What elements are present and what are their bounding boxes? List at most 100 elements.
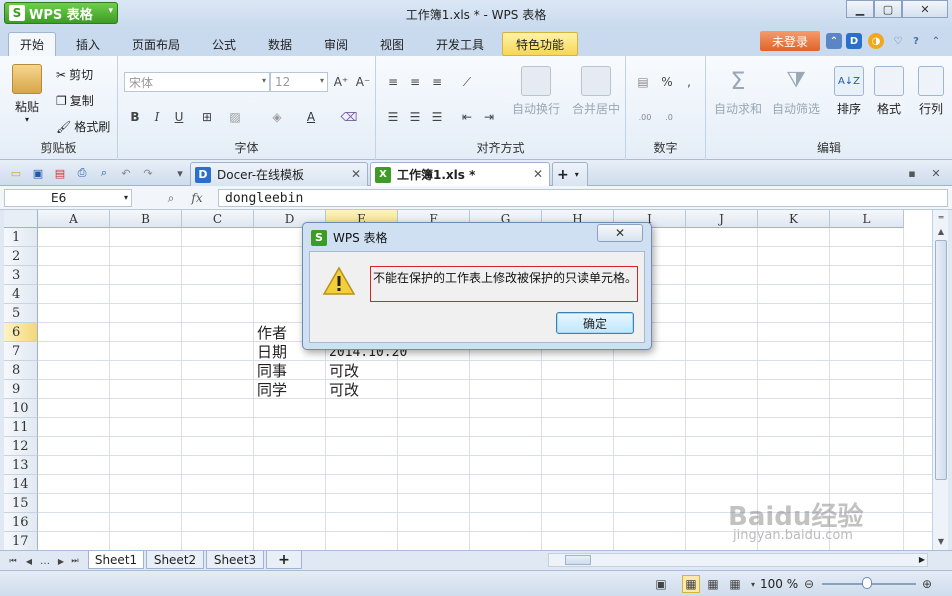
restore-doc-icon[interactable]: ▪ bbox=[904, 165, 920, 181]
zoom-search-icon[interactable]: ⌕ bbox=[162, 189, 180, 207]
bold-button[interactable]: B bbox=[126, 108, 144, 126]
function-icon[interactable]: fx bbox=[188, 189, 206, 207]
zoom-in-icon[interactable]: ⊕ bbox=[918, 575, 936, 593]
row-header-17[interactable]: 17 bbox=[4, 532, 38, 550]
add-sheet-button[interactable]: + bbox=[266, 551, 302, 569]
autosum-button[interactable]: Σ 自动求和 bbox=[714, 66, 762, 117]
format-button[interactable]: 格式 bbox=[874, 66, 904, 117]
row-header-4[interactable]: 4 bbox=[4, 285, 38, 304]
skin-icon[interactable]: ⌃ bbox=[826, 33, 842, 49]
row-header-8[interactable]: 8 bbox=[4, 361, 38, 380]
row-header-3[interactable]: 3 bbox=[4, 266, 38, 285]
close-doc-icon[interactable]: ✕ bbox=[928, 165, 944, 181]
cut-button[interactable]: ✂ 剪切 bbox=[56, 66, 93, 83]
scroll-up-icon[interactable]: ▲ bbox=[934, 224, 948, 238]
print-icon[interactable]: ⎙ bbox=[74, 165, 90, 181]
row-header-14[interactable]: 14 bbox=[4, 475, 38, 494]
column-header-b[interactable]: B bbox=[110, 210, 182, 228]
help-icon[interactable]: ? bbox=[908, 33, 924, 49]
rowcol-button[interactable]: 行列 bbox=[918, 66, 944, 117]
cell-e9[interactable]: 可改 bbox=[329, 381, 359, 400]
dialog-close-button[interactable]: ✕ bbox=[597, 224, 643, 242]
comma-style-icon[interactable]: , bbox=[680, 73, 698, 91]
align-bottom-icon[interactable]: ≡ bbox=[428, 73, 446, 91]
sort-button[interactable]: A↓Z 排序 bbox=[834, 66, 864, 117]
new-tab-button[interactable]: + ▾ bbox=[552, 162, 588, 186]
row-header-15[interactable]: 15 bbox=[4, 494, 38, 513]
column-header-a[interactable]: A bbox=[38, 210, 110, 228]
sheet-tab-sheet2[interactable]: Sheet2 bbox=[146, 551, 204, 569]
formula-input[interactable]: dongleebin bbox=[218, 189, 948, 207]
percent-button[interactable]: % bbox=[658, 73, 676, 91]
row-header-11[interactable]: 11 bbox=[4, 418, 38, 437]
row-header-16[interactable]: 16 bbox=[4, 513, 38, 532]
ok-button[interactable]: 确定 bbox=[556, 312, 634, 334]
shrink-font-icon[interactable]: A⁻ bbox=[354, 73, 372, 91]
redo-icon[interactable]: ↷ bbox=[140, 165, 156, 181]
vertical-scrollbar[interactable]: ═ ▲ ▼ bbox=[932, 210, 948, 550]
doc-tab-workbook[interactable]: X 工作簿1.xls * ✕ bbox=[370, 162, 550, 186]
tab-insert[interactable]: 插入 bbox=[66, 32, 110, 56]
docer-icon[interactable]: D bbox=[846, 33, 862, 49]
sheet-tab-sheet1[interactable]: Sheet1 bbox=[88, 551, 144, 569]
normal-view-icon[interactable]: ▦ bbox=[682, 575, 700, 593]
save-icon[interactable]: ▣ bbox=[30, 165, 46, 181]
border-icon[interactable]: ⊞ bbox=[198, 108, 216, 126]
currency-icon[interactable]: ▤ bbox=[634, 73, 652, 91]
tab-review[interactable]: 审阅 bbox=[314, 32, 358, 56]
cloud-icon[interactable]: ♡ bbox=[890, 33, 906, 49]
name-box[interactable]: E6 ▾ bbox=[4, 189, 132, 207]
paste-button[interactable]: 粘贴 ▾ bbox=[12, 64, 42, 124]
horizontal-scroll-thumb[interactable] bbox=[565, 555, 591, 565]
column-header-k[interactable]: K bbox=[758, 210, 830, 228]
close-icon[interactable]: ✕ bbox=[351, 167, 361, 181]
decrease-indent-icon[interactable]: ⇤ bbox=[458, 108, 476, 126]
row-header-6[interactable]: 6 bbox=[4, 323, 38, 342]
fill-color-icon[interactable]: ◈ bbox=[268, 108, 286, 126]
font-size-select[interactable]: 12 ▾ bbox=[270, 72, 328, 92]
column-header-c[interactable]: C bbox=[182, 210, 254, 228]
decrease-decimal-icon[interactable]: .0 bbox=[660, 108, 678, 126]
row-header-10[interactable]: 10 bbox=[4, 399, 38, 418]
print-preview-icon[interactable]: ⌕ bbox=[96, 165, 112, 181]
increase-decimal-icon[interactable]: .00 bbox=[636, 108, 654, 126]
tab-page-layout[interactable]: 页面布局 bbox=[124, 32, 188, 56]
tab-special-features[interactable]: 特色功能 bbox=[502, 32, 578, 56]
merge-center-button[interactable]: 合并居中 bbox=[572, 66, 620, 117]
export-pdf-icon[interactable]: ▤ bbox=[52, 165, 68, 181]
cell-d6[interactable]: 作者 bbox=[257, 324, 287, 343]
last-sheet-icon[interactable]: ⏭ bbox=[66, 552, 84, 570]
wrap-text-button[interactable]: 自动换行 bbox=[512, 66, 560, 117]
close-icon[interactable]: ✕ bbox=[533, 167, 543, 181]
close-window-button[interactable]: ✕ bbox=[902, 0, 948, 18]
row-header-9[interactable]: 9 bbox=[4, 380, 38, 399]
sheet-tab-sheet3[interactable]: Sheet3 bbox=[206, 551, 264, 569]
font-name-select[interactable]: 宋体 ▾ bbox=[124, 72, 270, 92]
expand-icon[interactable]: ⌃ bbox=[928, 33, 944, 49]
zoom-slider-thumb[interactable] bbox=[862, 577, 872, 589]
row-header-1[interactable]: 1 bbox=[4, 228, 38, 247]
fill-style-icon[interactable]: ▨ bbox=[226, 108, 244, 126]
align-center-icon[interactable]: ☰ bbox=[406, 108, 424, 126]
tab-developer[interactable]: 开发工具 bbox=[428, 32, 492, 56]
grow-font-icon[interactable]: A⁺ bbox=[332, 73, 350, 91]
customize-icon[interactable]: ▾ bbox=[172, 165, 188, 181]
save-status-icon[interactable]: ▣ bbox=[652, 575, 670, 593]
page-break-view-icon[interactable]: ▦ bbox=[704, 575, 722, 593]
row-header-13[interactable]: 13 bbox=[4, 456, 38, 475]
tab-view[interactable]: 视图 bbox=[370, 32, 414, 56]
tab-data[interactable]: 数据 bbox=[258, 32, 302, 56]
cell-d8[interactable]: 同事 bbox=[257, 362, 287, 381]
tab-home[interactable]: 开始 bbox=[8, 32, 56, 56]
align-left-icon[interactable]: ☰ bbox=[384, 108, 402, 126]
text-direction-icon[interactable]: ⟋ bbox=[458, 73, 476, 91]
cell-e8[interactable]: 可改 bbox=[329, 362, 359, 381]
cell-d9[interactable]: 同学 bbox=[257, 381, 287, 400]
row-header-12[interactable]: 12 bbox=[4, 437, 38, 456]
select-all-corner[interactable] bbox=[4, 210, 38, 228]
align-right-icon[interactable]: ☰ bbox=[428, 108, 446, 126]
zoom-level[interactable]: 100 % bbox=[760, 577, 798, 591]
browser-icon[interactable]: ◑ bbox=[868, 33, 884, 49]
row-header-2[interactable]: 2 bbox=[4, 247, 38, 266]
align-middle-icon[interactable]: ≡ bbox=[406, 73, 424, 91]
